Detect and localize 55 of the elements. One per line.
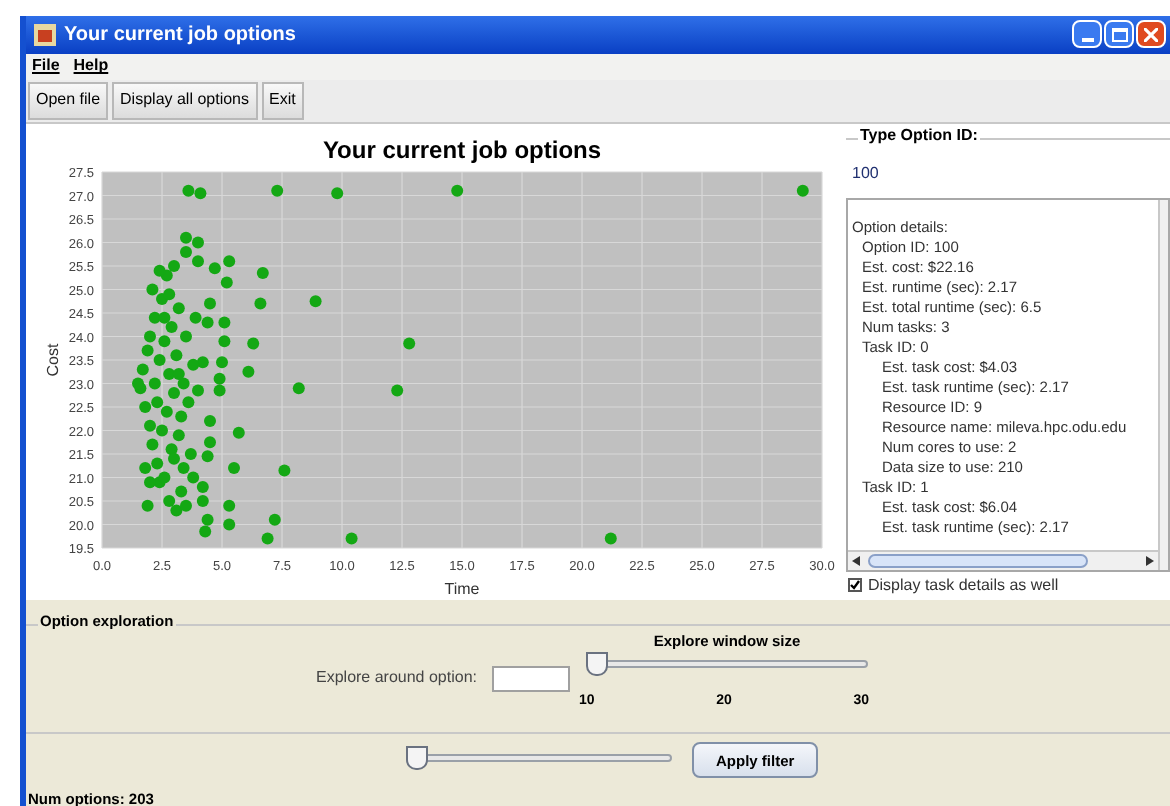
horizontal-scrollbar[interactable] (848, 549, 1158, 570)
close-icon (1144, 27, 1158, 42)
slider-thumb[interactable] (585, 651, 607, 676)
data-point (218, 334, 231, 347)
scroll-thumb[interactable] (868, 553, 1088, 568)
close-button[interactable] (1136, 20, 1166, 49)
check-icon (850, 580, 860, 591)
checkbox-label: Display task details as well (868, 573, 1059, 598)
data-point (256, 266, 269, 279)
slider[interactable] (585, 651, 867, 676)
slider-thumb[interactable] (406, 746, 428, 771)
data-point (331, 186, 344, 199)
checkbox[interactable] (848, 578, 862, 593)
toolbar-button[interactable]: Open file (28, 81, 109, 120)
toolbar-button[interactable]: Display all options (112, 81, 258, 120)
x-axis-label: Time (444, 579, 480, 598)
data-point (604, 531, 617, 544)
data-point (228, 461, 240, 474)
data-point (268, 513, 281, 525)
toolbar-button[interactable]: Exit (261, 81, 304, 120)
data-point (261, 531, 274, 544)
data-point (403, 336, 416, 349)
data-point (223, 498, 236, 511)
app-icon (34, 23, 56, 46)
chart-title: Your current job options (322, 135, 602, 164)
data-point (271, 184, 284, 196)
data-point (204, 414, 216, 427)
scroll-left-icon (852, 555, 860, 566)
data-point (232, 426, 245, 439)
data-point (309, 294, 322, 307)
data-point (345, 531, 358, 544)
data-point (278, 463, 291, 476)
window-title: Your current job options (64, 21, 298, 50)
data-point (451, 184, 464, 196)
data-point (247, 336, 260, 349)
vertical-scrollbar[interactable] (1158, 199, 1168, 570)
data-point (796, 184, 809, 196)
data-point (242, 364, 255, 377)
data-point (223, 517, 236, 530)
slider[interactable] (406, 746, 672, 771)
explore-option-field[interactable] (491, 665, 569, 692)
menu-item[interactable]: Help (73, 54, 109, 79)
data-point (292, 381, 305, 394)
data-point (141, 498, 154, 511)
minimize-button[interactable] (1072, 20, 1102, 49)
option-id-label: Type Option ID: (858, 127, 980, 144)
scroll-right-icon (1146, 555, 1154, 566)
explore-option-label: Explore around option: (316, 666, 477, 691)
y-axis-label: Cost (44, 342, 62, 376)
maximize-button[interactable] (1104, 20, 1134, 49)
data-point (218, 315, 231, 328)
menu-item[interactable]: File (32, 54, 60, 79)
data-point (254, 296, 267, 309)
data-point (216, 355, 228, 368)
data-point (391, 383, 404, 396)
